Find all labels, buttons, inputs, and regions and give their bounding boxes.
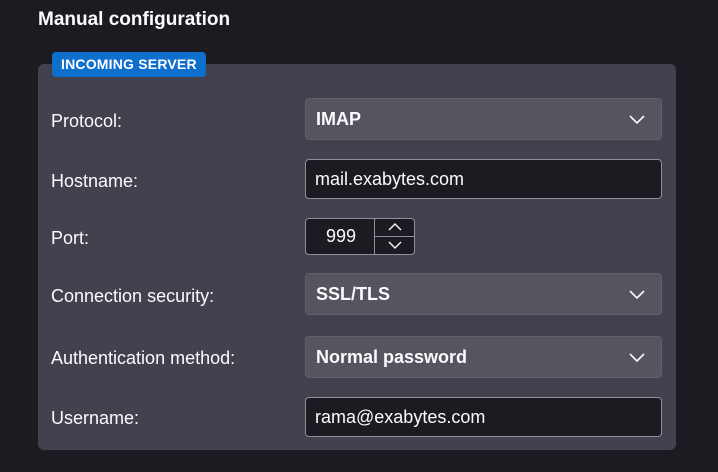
port-label: Port:: [51, 228, 90, 248]
hostname-label: Hostname:: [51, 171, 139, 191]
connection-security-value: SSL/TLS: [316, 284, 391, 304]
protocol-label: Protocol:: [51, 111, 123, 131]
chevron-down-icon: [629, 350, 645, 364]
chevron-down-icon: [629, 112, 645, 126]
port-value: 999: [325, 226, 357, 246]
username-input[interactable]: rama@exabytes.com: [305, 397, 662, 437]
chevron-up-icon: [388, 223, 402, 231]
authentication-method-value: Normal password: [316, 347, 468, 367]
hostname-value: mail.exabytes.com: [315, 169, 465, 189]
hostname-input[interactable]: mail.exabytes.com: [305, 159, 662, 199]
chevron-down-icon: [388, 241, 402, 249]
port-increment-button[interactable]: [375, 219, 415, 237]
port-stepper[interactable]: 999: [305, 218, 415, 255]
connection-security-select[interactable]: SSL/TLS: [305, 273, 662, 315]
username-label: Username:: [51, 408, 140, 428]
incoming-server-badge: INCOMING SERVER: [52, 52, 206, 77]
section-title: Manual configuration: [38, 9, 231, 30]
protocol-value: IMAP: [316, 109, 361, 129]
protocol-select[interactable]: IMAP: [305, 98, 662, 140]
chevron-down-icon: [629, 287, 645, 301]
port-decrement-button[interactable]: [375, 237, 415, 254]
authentication-method-label: Authentication method:: [51, 348, 236, 368]
connection-security-label: Connection security:: [51, 286, 215, 306]
port-stepper-buttons: [374, 219, 415, 254]
authentication-method-select[interactable]: Normal password: [305, 336, 662, 378]
username-value: rama@exabytes.com: [315, 407, 486, 427]
